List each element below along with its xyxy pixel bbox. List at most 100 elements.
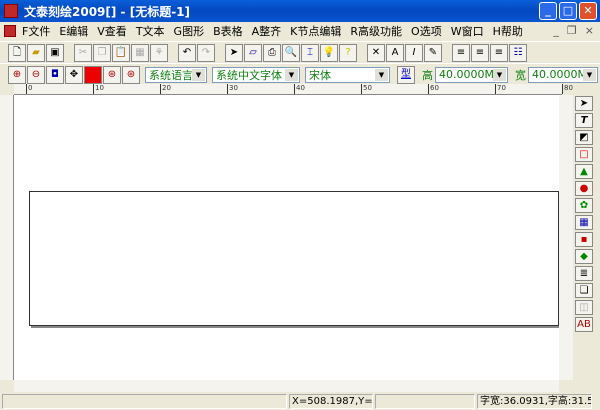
status-blank (375, 393, 475, 409)
frame-icon[interactable]: ⌶ (301, 43, 319, 62)
new-icon[interactable]: 🗋 (8, 43, 26, 62)
align-right-icon[interactable]: ≡ (490, 43, 508, 62)
menu-file[interactable]: F文件 (22, 23, 50, 39)
status-size: 字宽:36.0931,字高:31.59, (477, 393, 592, 409)
language-select[interactable]: 系统语言 ▼ (145, 66, 207, 83)
copy-icon[interactable]: ❐ (93, 43, 111, 62)
undo-icon[interactable]: ↶ (178, 43, 196, 62)
cn-font-value: 系统中文字体 (216, 68, 282, 82)
node-tool-icon[interactable]: ◩ (575, 130, 593, 145)
menu-graphics[interactable]: G图形 (174, 23, 205, 39)
vertical-scrollbar[interactable] (559, 95, 573, 380)
zoom-out-icon[interactable]: ⊖ (27, 65, 45, 84)
rectangle-tool-icon[interactable]: □ (575, 147, 593, 162)
tool-palette: ➤ T ◩ □ ▲ ● ✿ ▦ ▪ ◆ ≣ ❏ ◫ AB (575, 96, 595, 332)
ruler-label: 20 (160, 84, 171, 94)
redo-icon[interactable]: ↷ (197, 43, 215, 62)
clone-icon[interactable]: ⚘ (150, 43, 168, 62)
menu-edit[interactable]: E编辑 (59, 23, 88, 39)
ruler-label: 70 (495, 84, 506, 94)
edit-icon[interactable]: ✎ (424, 43, 442, 62)
paste-special-icon[interactable]: ▦ (131, 43, 149, 62)
menu-help[interactable]: H帮助 (493, 23, 523, 39)
ruler-label: 60 (428, 84, 439, 94)
text-frame-icon[interactable]: A (386, 43, 404, 62)
menu-advanced[interactable]: R高级功能 (350, 23, 402, 39)
menu-align[interactable]: A整齐 (252, 23, 282, 39)
paste-icon[interactable]: 📋 (112, 43, 130, 62)
mdi-restore-button[interactable]: ❐ (567, 24, 577, 37)
doc-icon (4, 25, 16, 37)
title-bar: 文泰刻绘2009[] - [无标题-1] _ □ ✕ (0, 0, 600, 22)
status-bar: X=508.1987,Y=435. 字宽:36.0931,字高:31.59, (0, 392, 600, 410)
font-value: 宋体 (309, 68, 331, 82)
table-tool-icon[interactable]: ▦ (575, 215, 593, 230)
chevron-down-icon: ▼ (285, 68, 298, 81)
ruler-label: 30 (227, 84, 238, 94)
minimize-button[interactable]: _ (539, 2, 557, 20)
style-button[interactable]: 型 (397, 65, 415, 84)
height-select[interactable]: 40.0000MM ▼ (435, 66, 508, 83)
zoom-page-icon[interactable]: ⊛ (103, 65, 121, 84)
image-tool-icon[interactable]: ✿ (575, 198, 593, 213)
close-button[interactable]: ✕ (579, 2, 597, 20)
menu-options[interactable]: O选项 (411, 23, 442, 39)
app-icon (4, 4, 18, 18)
align-left-icon[interactable]: ≡ (452, 43, 470, 62)
chevron-down-icon: ▼ (583, 68, 596, 81)
print-icon[interactable]: ⎙ (263, 43, 281, 62)
status-coords: X=508.1987,Y=435. (289, 393, 373, 409)
page-setup-icon[interactable]: ▱ (244, 43, 262, 62)
mdi-close-button[interactable]: × (585, 24, 594, 37)
output-icon[interactable]: ➤ (225, 43, 243, 62)
disabled-tool-icon[interactable]: ◫ (575, 300, 593, 315)
width-select[interactable]: 40.0000MM ▼ (528, 66, 598, 83)
cherry-tool-icon[interactable]: ● (575, 181, 593, 196)
node-icon[interactable]: ✕ (367, 43, 385, 62)
horizontal-scrollbar[interactable] (14, 380, 559, 392)
pan-icon[interactable]: ✥ (65, 65, 83, 84)
drawing-canvas[interactable] (14, 95, 559, 380)
help-icon[interactable]: ? (339, 43, 357, 62)
zoom-in-icon[interactable]: ⊕ (8, 65, 26, 84)
ruler-label: 50 (361, 84, 372, 94)
mdi-minimize-button[interactable]: _ (553, 24, 559, 37)
fill-tool-icon[interactable]: ◆ (575, 249, 593, 264)
menu-table[interactable]: B表格 (213, 23, 243, 39)
menu-bar: F文件 E编辑 V查看 T文本 G图形 B表格 A整齐 K节点编辑 R高级功能 … (0, 22, 600, 40)
open-icon[interactable]: ▰ (27, 43, 45, 62)
save-icon[interactable]: ▣ (46, 43, 64, 62)
height-label: 高 (422, 68, 433, 82)
align-center-icon[interactable]: ≡ (471, 43, 489, 62)
zoom-select-icon[interactable]: ◘ (46, 65, 64, 84)
palette-tool-icon[interactable]: ▪ (575, 232, 593, 247)
ruler-label: 10 (93, 84, 104, 94)
cut-icon[interactable]: ✂ (74, 43, 92, 62)
chevron-down-icon: ▼ (375, 68, 388, 81)
ruler-label: 40 (294, 84, 305, 94)
window-title: 文泰刻绘2009[] - [无标题-1] (24, 4, 191, 19)
justify-icon[interactable]: ☷ (509, 43, 527, 62)
page-tool-icon[interactable]: ❏ (575, 283, 593, 298)
select-arrow-icon[interactable]: ➤ (575, 96, 593, 111)
print-preview-icon[interactable]: 🔍 (282, 43, 300, 62)
page-area (29, 191, 559, 326)
menu-text[interactable]: T文本 (136, 23, 165, 39)
menu-view[interactable]: V查看 (97, 23, 127, 39)
italic-icon[interactable]: I (405, 43, 423, 62)
menu-window[interactable]: W窗口 (451, 23, 484, 39)
color-icon[interactable] (84, 65, 102, 84)
cn-font-select[interactable]: 系统中文字体 ▼ (212, 66, 300, 83)
maximize-button[interactable]: □ (559, 2, 577, 20)
font-select[interactable]: 宋体 ▼ (305, 66, 390, 83)
horizontal-ruler: 0 10 20 30 40 50 60 70 80 (14, 84, 573, 95)
list-tool-icon[interactable]: ≣ (575, 266, 593, 281)
shape-tool-icon[interactable]: ▲ (575, 164, 593, 179)
ab-tool-icon[interactable]: AB (575, 317, 593, 332)
text-tool-icon[interactable]: T (575, 113, 593, 128)
menu-node-edit[interactable]: K节点编辑 (290, 23, 341, 39)
format-toolbar: ⊕ ⊖ ◘ ✥ ⊛ ⊛ 系统语言 ▼ 系统中文字体 ▼ 宋体 ▼ 型 高 40.000… (0, 63, 600, 85)
zoom-fit-icon[interactable]: ⊛ (122, 65, 140, 84)
tip-icon[interactable]: 💡 (320, 43, 338, 62)
language-value: 系统语言 (149, 68, 193, 82)
